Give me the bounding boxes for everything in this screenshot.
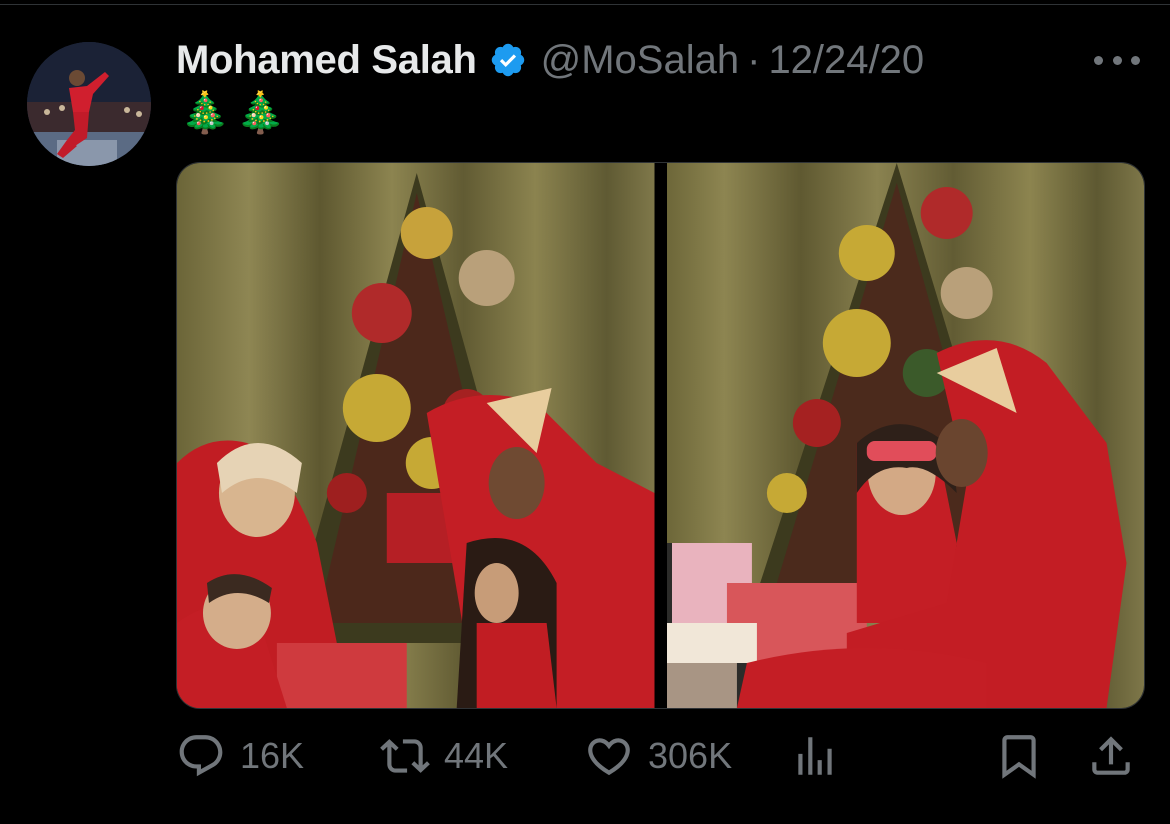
avatar[interactable] bbox=[27, 42, 151, 166]
header-separator: · bbox=[747, 37, 761, 82]
more-dot bbox=[1094, 55, 1103, 65]
like-button[interactable]: 306K bbox=[584, 726, 732, 786]
reply-button[interactable]: 16K bbox=[176, 726, 304, 786]
tweet-media bbox=[176, 162, 1145, 709]
bookmark-icon bbox=[994, 731, 1044, 781]
author-handle[interactable]: @MoSalah bbox=[541, 38, 739, 83]
tweet[interactable]: Mohamed Salah @MoSalah · 12/24/20 🎄🎄 16K… bbox=[0, 0, 1170, 824]
tweet-header: Mohamed Salah @MoSalah · 12/24/20 bbox=[176, 32, 924, 88]
tweet-photo-1[interactable] bbox=[177, 163, 655, 708]
reply-icon bbox=[176, 731, 226, 781]
tweet-photo-2[interactable] bbox=[666, 163, 1144, 708]
heart-icon bbox=[584, 731, 634, 781]
like-count: 306K bbox=[648, 735, 733, 776]
retweet-icon bbox=[380, 731, 430, 781]
more-dot bbox=[1131, 55, 1140, 65]
share-icon bbox=[1086, 731, 1136, 781]
tweet-date[interactable]: 12/24/20 bbox=[768, 38, 924, 83]
verified-badge-icon[interactable] bbox=[489, 41, 527, 79]
more-icon[interactable] bbox=[1094, 50, 1140, 70]
author-display-name[interactable]: Mohamed Salah bbox=[176, 38, 477, 83]
retweet-button[interactable]: 44K bbox=[380, 726, 508, 786]
tweet-text: 🎄🎄 bbox=[180, 91, 292, 135]
more-dot bbox=[1112, 55, 1122, 65]
tweet-actions: 16K 44K 306K bbox=[176, 726, 1141, 786]
share-button[interactable] bbox=[1086, 726, 1136, 786]
views-button[interactable] bbox=[790, 726, 840, 786]
analytics-icon bbox=[790, 731, 840, 781]
retweet-count: 44K bbox=[444, 735, 509, 776]
reply-count: 16K bbox=[240, 735, 305, 776]
bookmark-button[interactable] bbox=[994, 726, 1044, 786]
